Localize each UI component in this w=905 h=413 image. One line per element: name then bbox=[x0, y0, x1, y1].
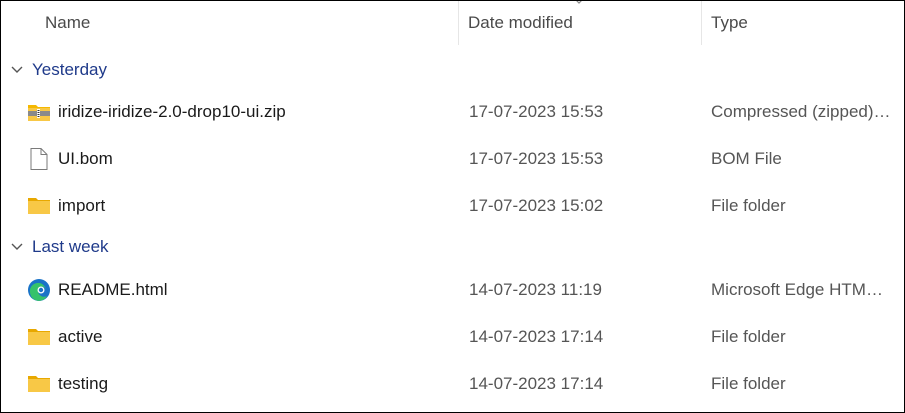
folder-icon bbox=[27, 325, 51, 349]
column-header-row: Name Date modified Type bbox=[1, 1, 904, 45]
file-explorer-list: Name Date modified Type Yesterday iridiz… bbox=[0, 0, 905, 413]
file-type: File folder bbox=[711, 196, 786, 215]
chevron-down-icon[interactable] bbox=[11, 242, 23, 252]
group-header-last-week[interactable]: Last week bbox=[1, 232, 904, 262]
chevron-down-icon[interactable] bbox=[11, 65, 23, 75]
file-icon bbox=[27, 147, 51, 171]
file-row[interactable]: iridize-iridize-2.0-drop10-ui.zip 17-07-… bbox=[1, 92, 904, 132]
file-date-modified: 17-07-2023 15:02 bbox=[469, 196, 604, 215]
column-separator[interactable] bbox=[458, 1, 459, 45]
folder-icon bbox=[27, 372, 51, 396]
file-row[interactable]: UI.bom 17-07-2023 15:53 BOM File bbox=[1, 139, 904, 179]
folder-icon bbox=[27, 194, 51, 218]
file-date-modified: 14-07-2023 17:14 bbox=[469, 374, 604, 393]
file-date-modified: 17-07-2023 15:53 bbox=[469, 102, 604, 121]
file-type: File folder bbox=[711, 327, 786, 346]
edge-icon bbox=[27, 278, 51, 302]
folder-row[interactable]: active 14-07-2023 17:14 File folder bbox=[1, 317, 904, 357]
file-date-modified: 14-07-2023 17:14 bbox=[469, 327, 604, 346]
file-name: testing bbox=[58, 374, 109, 393]
file-name: active bbox=[58, 327, 103, 346]
file-date-modified: 17-07-2023 15:53 bbox=[469, 149, 604, 168]
file-type: BOM File bbox=[711, 149, 782, 168]
column-separator[interactable] bbox=[701, 1, 702, 45]
column-header-type[interactable]: Type bbox=[711, 1, 901, 45]
file-row[interactable]: README.html 14-07-2023 11:19 Microsoft E… bbox=[1, 270, 904, 310]
file-type: Compressed (zipped) Folder bbox=[711, 102, 891, 121]
group-label: Last week bbox=[32, 237, 109, 256]
file-name: UI.bom bbox=[58, 149, 113, 168]
file-type: Microsoft Edge HTML Document bbox=[711, 280, 891, 299]
folder-row[interactable]: import 17-07-2023 15:02 File folder bbox=[1, 186, 904, 226]
file-name: iridize-iridize-2.0-drop10-ui.zip bbox=[58, 102, 286, 121]
file-type: File folder bbox=[711, 374, 786, 393]
group-label: Yesterday bbox=[32, 60, 107, 79]
column-header-date-modified[interactable]: Date modified bbox=[468, 1, 698, 45]
file-date-modified: 14-07-2023 11:19 bbox=[469, 280, 602, 299]
file-name: import bbox=[58, 196, 106, 215]
column-header-name[interactable]: Name bbox=[45, 1, 455, 45]
zip-folder-icon bbox=[27, 100, 51, 124]
folder-row[interactable]: testing 14-07-2023 17:14 File folder bbox=[1, 364, 904, 404]
group-header-yesterday[interactable]: Yesterday bbox=[1, 55, 904, 85]
file-name: README.html bbox=[58, 280, 168, 299]
